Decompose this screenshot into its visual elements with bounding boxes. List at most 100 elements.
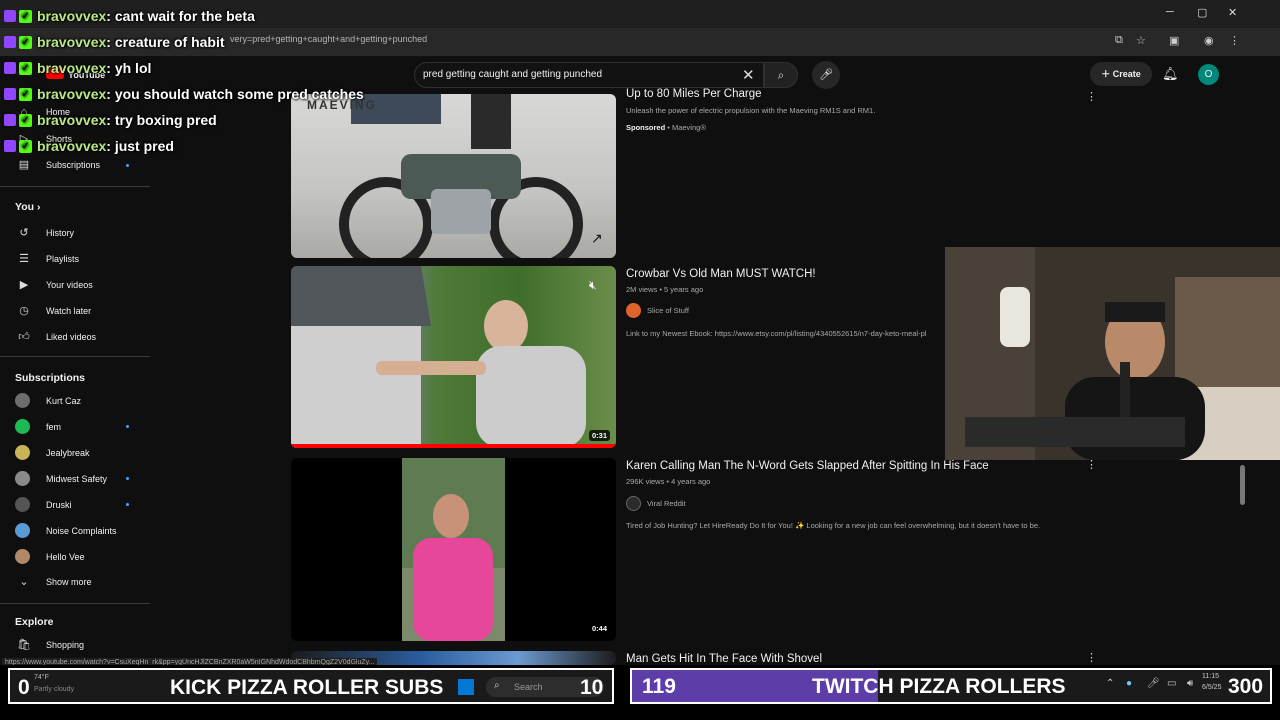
video-title[interactable]: Karen Calling Man The N-Word Gets Slappe… <box>626 460 989 472</box>
sidebar-item-playlists[interactable]: ☰ Playlists <box>15 252 79 265</box>
sidebar-you-heading[interactable]: You › <box>15 201 40 213</box>
liked-videos-icon: 👍︎ <box>18 331 30 343</box>
minimize-icon[interactable]: ─ <box>1166 6 1174 18</box>
sidebar-item-subscriptions[interactable]: ▤ Subscriptions <box>15 158 100 171</box>
sidebar-item-history[interactable]: ↺ History <box>15 226 74 239</box>
weather-desc: Partly cloudy <box>34 686 75 693</box>
chevron-right-icon: › <box>34 201 41 213</box>
channel-avatar <box>15 445 30 460</box>
subscription-label: Kurt Caz <box>46 395 82 406</box>
video-title[interactable]: Crowbar Vs Old Man MUST WATCH! <box>626 268 816 280</box>
tray-app-icon[interactable]: ● <box>1126 678 1132 689</box>
sidebar-show-more[interactable]: ⌄ Show more <box>15 575 92 588</box>
duration-badge: 0:31 <box>589 430 611 441</box>
history-icon: ↺ <box>19 227 29 239</box>
channel-avatar <box>15 393 30 408</box>
ad-more-options-icon[interactable]: ⋮ <box>1086 90 1097 103</box>
clock-time[interactable]: 11:15 <box>1202 673 1219 680</box>
maximize-icon[interactable]: ▢ <box>1197 6 1207 19</box>
ad-channel-name[interactable]: Maeving® <box>672 123 706 132</box>
channel-avatar <box>626 496 641 511</box>
streamer-webcam <box>945 247 1280 460</box>
tray-network-icon[interactable]: ▭ <box>1167 678 1176 689</box>
thumbnail-scene <box>402 458 505 641</box>
verified-badge-icon: ✓ <box>19 113 32 127</box>
duration-badge: 0:44 <box>589 623 611 634</box>
weather-temp: 74°F <box>34 674 49 681</box>
browser-menu-icon[interactable]: ⋮ <box>1229 34 1240 47</box>
chat-text: : yh lol <box>106 60 152 76</box>
subscription-label: Midwest Safety <box>46 473 108 484</box>
sidebar-subscriptions-heading: Subscriptions <box>15 372 86 384</box>
sidebar-item-label: Your videos <box>46 279 93 290</box>
clock-date[interactable]: 6/5/25 <box>1202 684 1221 691</box>
you-heading-label: You <box>15 201 35 213</box>
search-button[interactable]: ⌕ <box>764 62 798 88</box>
sidebar-subscription-item[interactable]: Midwest Safety <box>15 471 107 486</box>
notifications-bell-icon[interactable]: 🔔︎ <box>1162 66 1179 82</box>
channel-name[interactable]: Viral Reddit <box>647 499 686 508</box>
video-thumbnail[interactable]: 🔇︎ 0:31 <box>291 266 616 448</box>
sidebar-subscription-item[interactable]: Hello Vee <box>15 549 85 564</box>
channel-row[interactable]: Slice of Stuff <box>626 303 689 318</box>
chat-username: bravovvex <box>37 86 107 102</box>
channel-row[interactable]: Viral Reddit <box>626 496 686 511</box>
clear-search-icon[interactable]: ✕ <box>742 66 755 84</box>
new-content-dot <box>126 164 129 167</box>
chat-message: ✓ bravovvex : try boxing pred <box>4 112 217 128</box>
bookmark-star-icon[interactable]: ☆ <box>1136 34 1146 47</box>
ad-sponsor-line: Sponsored • Maeving® <box>626 123 706 132</box>
account-avatar[interactable]: O <box>1198 64 1219 85</box>
video-title[interactable]: Man Gets Hit In The Face With Shovel <box>626 653 822 665</box>
microphone-icon: 🎤︎ <box>819 69 833 81</box>
channel-name[interactable]: Slice of Stuff <box>647 306 689 315</box>
ad-title[interactable]: Up to 80 Miles Per Charge <box>626 88 762 100</box>
external-link-icon[interactable]: ↗ <box>591 230 603 247</box>
sidebar-subscription-item[interactable]: fem <box>15 419 61 434</box>
sidebar-subscription-item[interactable]: Kurt Caz <box>15 393 81 408</box>
chat-text: : try boxing pred <box>106 112 217 128</box>
twitch-badge-icon <box>4 36 16 48</box>
motorcycle-illustration <box>339 94 583 258</box>
voice-search-button[interactable]: 🎤︎ <box>812 61 840 89</box>
sidepanel-icon[interactable]: ▣ <box>1169 34 1179 47</box>
webcam-feed <box>945 247 1280 460</box>
video-thumbnail[interactable]: 0:44 <box>291 458 616 641</box>
sidebar-item-shopping[interactable]: 🛍︎ Shopping <box>15 638 84 651</box>
video-more-options-icon[interactable]: ⋮ <box>1086 651 1097 664</box>
sidebar-item-watch-later[interactable]: ◷ Watch later <box>15 304 91 317</box>
tray-mic-icon[interactable]: 🎤︎ <box>1147 678 1160 689</box>
sidebar-subscription-item[interactable]: Druski <box>15 497 72 512</box>
profile-icon[interactable]: ◉ <box>1204 34 1214 47</box>
ad-thumbnail[interactable]: MAEVING ↗ <box>291 94 616 258</box>
search-query-text[interactable]: pred getting caught and getting punched <box>423 69 602 80</box>
show-more-label: Show more <box>46 576 92 587</box>
tray-volume-icon[interactable]: 🔊︎ <box>1187 678 1193 689</box>
sponsored-label: Sponsored <box>626 123 666 132</box>
page-scrollbar-thumb[interactable] <box>1240 465 1245 505</box>
close-window-icon[interactable]: ✕ <box>1228 6 1237 19</box>
windows-start-icon[interactable] <box>458 679 474 695</box>
install-icon[interactable]: ⧉ <box>1115 34 1123 47</box>
sidebar-subscription-item[interactable]: Jealybreak <box>15 445 90 460</box>
mute-icon[interactable]: 🔇︎ <box>589 278 597 293</box>
sidebar-item-label: Watch later <box>46 305 92 316</box>
taskbar-search-placeholder: Search <box>514 682 543 692</box>
chat-text: : creature of habit <box>106 34 225 50</box>
kick-goal-target: 10 <box>580 676 604 699</box>
sidebar-subscription-item[interactable]: Noise Complaints <box>15 523 117 538</box>
separator: • <box>665 123 672 132</box>
watch-later-icon: ◷ <box>19 305 29 317</box>
create-button[interactable]: ＋ Create <box>1090 62 1152 86</box>
subscription-label: fem <box>46 421 62 432</box>
sidebar-item-your-videos[interactable]: ▶ Your videos <box>15 278 93 291</box>
tray-chevron-icon[interactable]: ⌃ <box>1106 678 1114 689</box>
verified-badge-icon: ✓ <box>19 87 32 101</box>
chat-username: bravovvex <box>37 60 107 76</box>
sidebar-divider <box>0 356 150 357</box>
playlists-icon: ☰ <box>19 253 29 265</box>
url-text[interactable]: very=pred+getting+caught+and+getting+pun… <box>230 34 427 44</box>
subscription-label: Druski <box>46 499 72 510</box>
sidebar-item-liked-videos[interactable]: 👍︎ Liked videos <box>15 330 96 343</box>
new-content-dot <box>126 503 129 506</box>
